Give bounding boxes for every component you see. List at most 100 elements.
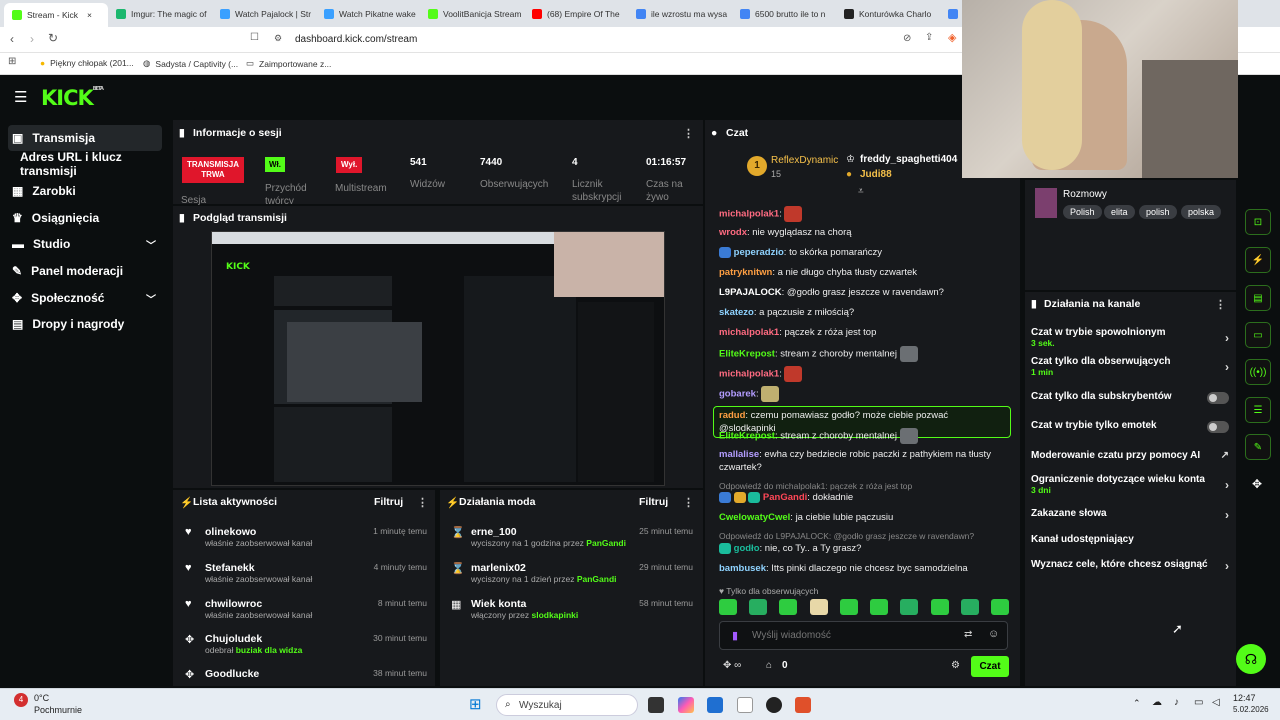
copilot-icon[interactable]	[678, 697, 694, 713]
mic-icon[interactable]: ▮	[732, 629, 738, 642]
kebab-menu-icon[interactable]: ⋮	[683, 127, 694, 140]
quick-action-document-icon[interactable]: ▤	[1245, 285, 1271, 311]
chat-message[interactable]: L9PAJALOCK: @godło grasz jeszcze w raven…	[719, 286, 1009, 299]
emoji-icon[interactable]: ☺	[988, 628, 999, 640]
chat-message[interactable]: peperadzio: to skórka pomarańczy	[719, 246, 1009, 259]
activity-filter-button[interactable]: Filtruj	[374, 496, 403, 508]
browser-tab[interactable]: 6500 brutto ile to n	[732, 4, 836, 24]
chat-username[interactable]: EliteKrepost	[719, 349, 775, 360]
chat-message[interactable]: skatezo: a pączusie z miłością?	[719, 306, 1009, 319]
mod-action-item[interactable]: ▦ Wiek konta włączony przez slodkapinki 58 …	[451, 598, 693, 620]
chat-message[interactable]: gobarek:	[719, 386, 1009, 402]
channel-action-item[interactable]: Moderowanie czatu przy pomocy AI ↗	[1031, 450, 1229, 461]
chat-message-input[interactable]	[752, 626, 932, 645]
chevron-right-icon[interactable]: ›	[1225, 331, 1229, 345]
emote-icon[interactable]	[990, 599, 1009, 615]
chevron-right-icon[interactable]: ›	[1225, 508, 1229, 522]
drops-icon[interactable]: ✥ ∞	[723, 660, 741, 671]
mod-action-item[interactable]: ⌛ marlenix02 wyciszony na 1 dzień przez Pa…	[451, 562, 693, 584]
creator-revenue-status[interactable]: Wł.	[265, 157, 285, 172]
browser-tab[interactable]: Konturówka Charlo	[836, 4, 940, 24]
activity-item[interactable]: ✥ Chujoludek odebrał buziak dla widza 30 mi…	[185, 633, 427, 655]
emote-icon[interactable]	[719, 599, 737, 615]
chat-settings-icon[interactable]: ⚙	[951, 660, 960, 671]
mic-icon[interactable]: ♪	[1174, 697, 1179, 708]
emote-icon[interactable]	[960, 599, 979, 615]
chat-message[interactable]: michalpolak1: pączek z róża jest top	[719, 326, 1009, 339]
store-icon[interactable]	[707, 697, 723, 713]
top-gifter-2[interactable]: freddy_spaghetti404	[860, 154, 957, 165]
quick-action-lightning-icon[interactable]: ⚡	[1245, 247, 1271, 273]
channel-action-item[interactable]: Czat tylko dla subskrybentów	[1031, 391, 1229, 404]
chat-username[interactable]: michalpolak1	[719, 369, 779, 380]
emote-icon[interactable]	[900, 599, 919, 615]
kebab-menu-icon[interactable]: ⋮	[683, 496, 694, 509]
brave-icon[interactable]: ◈	[948, 31, 956, 44]
moderator-name[interactable]: PanGandi	[577, 574, 617, 584]
activity-item[interactable]: ♥ olinekowo właśnie zaobserwował kanał 1 mi…	[185, 526, 427, 548]
stream-preview-video[interactable]: KICK	[211, 231, 665, 486]
tag-chip[interactable]: polska	[1181, 205, 1222, 219]
support-button[interactable]: ☊	[1236, 644, 1266, 674]
chat-message[interactable]: bambusek: Itts pinki dlaczego nie chcesz…	[719, 562, 1009, 575]
windows-start-icon[interactable]: ⊞	[469, 695, 482, 713]
emote-icon[interactable]	[870, 599, 889, 615]
quick-action-layout-icon[interactable]: ☰	[1245, 397, 1271, 423]
moderator-name[interactable]: PanGandi	[586, 538, 626, 548]
chevron-right-icon[interactable]: ›	[1225, 360, 1229, 374]
emote-icon[interactable]	[839, 599, 858, 615]
obs-icon[interactable]	[766, 697, 782, 713]
tray-chevron-icon[interactable]: ⌃	[1133, 698, 1141, 709]
quick-action-drops-icon[interactable]: ✥	[1252, 477, 1262, 491]
multistream-status[interactable]: Wył.	[336, 157, 363, 173]
chevron-right-icon[interactable]: ›	[1225, 478, 1229, 492]
emote-icon[interactable]	[809, 599, 828, 615]
browser-tab[interactable]: Watch Pikatne wake	[316, 4, 420, 24]
mod-filter-button[interactable]: Filtruj	[639, 496, 668, 508]
moderator-name[interactable]: slodkapinki	[531, 610, 578, 620]
category-name[interactable]: Rozmowy	[1063, 189, 1107, 200]
nav-item-transmisja[interactable]: ▣ Transmisja	[8, 125, 162, 151]
quick-action-wrench-icon[interactable]: ✎	[1245, 434, 1271, 460]
browser-tab[interactable]: (68) Empire Of The	[524, 4, 628, 24]
nav-item-dropy[interactable]: ▤ Dropy i nagrody	[8, 311, 162, 337]
send-chat-button[interactable]: Czat	[971, 656, 1009, 677]
chat-username[interactable]: skatezo	[719, 307, 754, 318]
chat-message[interactable]: godło: nie, co Ty.. a Ty grasz?	[719, 542, 1009, 555]
channel-action-item[interactable]: Kanał udostępniający	[1031, 534, 1229, 545]
chat-message[interactable]: PanGandi: dokładnie	[719, 491, 1009, 504]
bookmark-item[interactable]: ▭ Zaimportowane z...	[246, 58, 331, 69]
kebab-menu-icon[interactable]: ⋮	[417, 496, 428, 509]
chat-username[interactable]: radud	[719, 410, 745, 421]
url-bar[interactable]: dashboard.kick.com/stream	[295, 34, 417, 45]
chat-message[interactable]: michalpolak1:	[719, 206, 1009, 222]
bookmark-item[interactable]: ◍ Sadysta / Captivity (...	[143, 58, 238, 69]
share-icon[interactable]: ⇪	[925, 32, 933, 43]
display-icon[interactable]: ▭	[1194, 697, 1203, 708]
nav-item-stream-key[interactable]: Adres URL i klucz transmisji	[16, 150, 176, 178]
browser-tab[interactable]: ile wzrostu ma wysa	[628, 4, 732, 24]
chat-input-box[interactable]: ▮ ⇄ ☺	[719, 621, 1008, 650]
chat-username[interactable]: michalpolak1	[719, 327, 779, 338]
reload-icon[interactable]: ↻	[48, 31, 58, 45]
activity-item[interactable]: ♥ Stefanekk właśnie zaobserwował kanał 4 mi…	[185, 562, 427, 584]
external-link-icon[interactable]: ↗	[1221, 450, 1229, 461]
chevron-right-icon[interactable]: ›	[1225, 559, 1229, 573]
forward-icon[interactable]: ›	[30, 32, 34, 46]
nav-item-panel-moderacji[interactable]: ✎ Panel moderacji	[8, 258, 162, 284]
emote-icon[interactable]	[779, 599, 798, 615]
nav-item-spolecznosc[interactable]: ✥ Społeczność ﹀	[8, 285, 162, 311]
site-info-icon[interactable]: ⚙	[274, 33, 282, 44]
emote-icon[interactable]	[749, 599, 768, 615]
network-icon[interactable]: ☁	[1152, 697, 1162, 708]
nav-item-studio[interactable]: ▬ Studio ﹀	[8, 231, 162, 257]
channel-action-item[interactable]: Czat w trybie tylko emotek	[1031, 420, 1229, 433]
channel-action-item[interactable]: Czat tylko dla obserwujących 1 min ›	[1031, 356, 1229, 377]
browser-tab[interactable]: Imgur: The magic of	[108, 4, 212, 24]
hamburger-menu-icon[interactable]: ☰	[14, 88, 27, 106]
nav-item-zarobki[interactable]: ▦ Zarobki	[8, 178, 162, 204]
tag-chip[interactable]: polish	[1139, 205, 1177, 219]
kebab-menu-icon[interactable]: ⋮	[1215, 298, 1226, 311]
quick-action-chat-icon[interactable]: ▭	[1245, 322, 1271, 348]
quick-action-broadcast-icon[interactable]: ((•))	[1245, 359, 1271, 385]
